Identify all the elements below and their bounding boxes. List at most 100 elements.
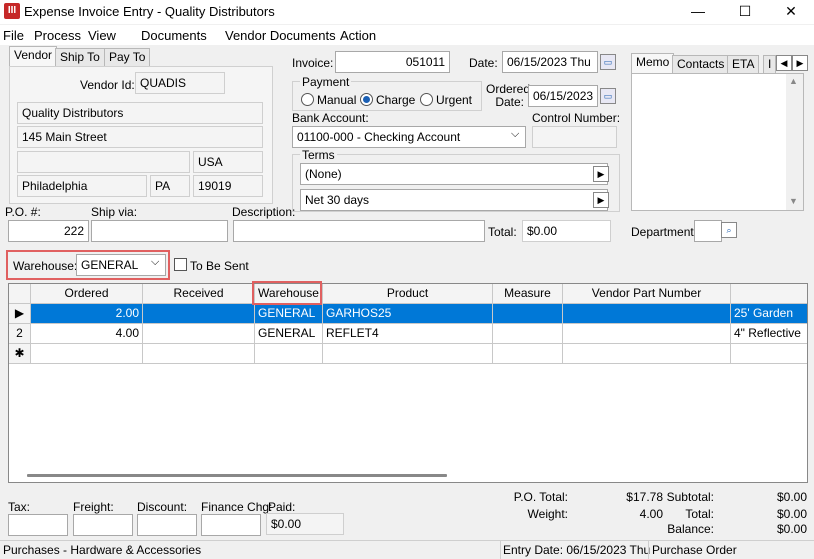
new-cell-ordered[interactable] (31, 344, 143, 364)
cell-measure[interactable] (493, 304, 563, 324)
vendor-city-field[interactable]: Philadelphia (17, 175, 147, 197)
menu-documents[interactable]: Documents (141, 28, 207, 43)
grid-header-received[interactable]: Received (143, 284, 255, 304)
grid-header-measure[interactable]: Measure (493, 284, 563, 304)
paid-field: $0.00 (266, 513, 344, 535)
description-input[interactable] (233, 220, 485, 242)
vendor-zip-field[interactable]: 19019 (193, 175, 263, 197)
vendor-country-field[interactable]: USA (193, 151, 263, 173)
cell-description[interactable]: 4" Reflective (731, 324, 807, 344)
status-divider (500, 540, 501, 559)
terms-line2-input[interactable]: Net 30 days (300, 189, 608, 211)
total-label: Total: (488, 225, 517, 239)
payment-charge-radio[interactable] (360, 93, 373, 106)
memo-scrollbar[interactable] (786, 74, 803, 210)
department-search-icon[interactable]: ⌕ (721, 222, 737, 238)
terms-line1-arrow-icon[interactable]: ▶ (593, 166, 609, 182)
app-icon: III (4, 3, 20, 19)
payment-label: Payment (300, 75, 352, 89)
grid-header-description[interactable] (731, 284, 807, 304)
invoice-number-input[interactable]: 051011 (335, 51, 450, 73)
cell-product[interactable]: GARHOS25 (323, 304, 493, 324)
grid-header-vendor-part-number[interactable]: Vendor Part Number (563, 284, 731, 304)
tab-ship-to[interactable]: Ship To (55, 48, 105, 66)
new-cell-product[interactable] (323, 344, 493, 364)
vendor-state-field[interactable]: PA (150, 175, 190, 197)
new-row-icon[interactable]: ✱ (9, 344, 31, 364)
department-input[interactable] (694, 220, 722, 242)
tax-label: Tax: (8, 500, 31, 514)
cell-warehouse[interactable]: GENERAL (255, 324, 323, 344)
menu-action[interactable]: Action (340, 28, 376, 43)
tax-input[interactable] (8, 514, 68, 536)
po-number-input[interactable]: 222 (8, 220, 89, 242)
menu-vendor-documents[interactable]: Vendor Documents (225, 28, 336, 43)
new-cell-warehouse[interactable] (255, 344, 323, 364)
close-button[interactable]: ✕ (768, 0, 814, 22)
invoice-date-input[interactable]: 06/15/2023 Thu (502, 51, 598, 73)
new-cell-received[interactable] (143, 344, 255, 364)
menu-view[interactable]: View (88, 28, 116, 43)
tab-memo[interactable]: Memo (631, 53, 675, 73)
cell-ordered[interactable]: 4.00 (31, 324, 143, 344)
scroll-up-icon[interactable]: ▲ (789, 76, 798, 86)
tab-eta[interactable]: ETA (727, 55, 760, 73)
cell-ordered[interactable]: 2.00 (31, 304, 143, 324)
tab-scroll-left-icon[interactable]: ◀ (776, 55, 792, 71)
cell-measure[interactable] (493, 324, 563, 344)
grid-horizontal-scrollbar[interactable] (27, 474, 447, 477)
cell-vendor-part-number[interactable] (563, 304, 731, 324)
calendar-icon[interactable]: ▭ (600, 54, 616, 70)
maximize-button[interactable]: ☐ (722, 0, 768, 22)
ordered-date-input[interactable]: 06/15/2023 (528, 85, 598, 107)
scroll-down-icon[interactable]: ▼ (789, 196, 798, 206)
cell-warehouse[interactable]: GENERAL (255, 304, 323, 324)
tab-contacts[interactable]: Contacts (672, 55, 730, 73)
freight-input[interactable] (73, 514, 133, 536)
status-divider-2 (648, 540, 649, 559)
tab-vendor[interactable]: Vendor (9, 46, 58, 66)
vendor-name-field[interactable]: Quality Distributors (17, 102, 263, 124)
grid-header-ordered[interactable]: Ordered (31, 284, 143, 304)
menu-process[interactable]: Process (34, 28, 81, 43)
tab-scroll-right-icon[interactable]: ▶ (792, 55, 808, 71)
terms-line1-input[interactable]: (None) (300, 163, 608, 185)
vendor-id-field[interactable]: QUADIS (135, 72, 225, 94)
vendor-address2-field[interactable] (17, 151, 190, 173)
minimize-button[interactable]: — (675, 0, 721, 22)
grid-header-product[interactable]: Product (323, 284, 493, 304)
bank-account-select[interactable]: 01100-000 - Checking Account (292, 126, 526, 148)
ordered-calendar-icon[interactable]: ▭ (600, 88, 616, 104)
vendor-address1-field[interactable]: 145 Main Street (17, 126, 263, 148)
cell-received[interactable] (143, 304, 255, 324)
footer-total-label: Total: (685, 507, 714, 521)
control-number-field[interactable] (532, 126, 617, 148)
cell-product[interactable]: REFLET4 (323, 324, 493, 344)
row-marker-icon[interactable]: ▶ (9, 304, 31, 324)
invoice-date-label: Date: (469, 56, 498, 70)
discount-input[interactable] (137, 514, 197, 536)
payment-manual-radio[interactable] (301, 93, 314, 106)
memo-textarea[interactable] (631, 73, 804, 211)
new-cell-vendor-part-number[interactable] (563, 344, 731, 364)
warehouse-column-highlight (252, 281, 322, 305)
ship-via-input[interactable] (91, 220, 228, 242)
line-items-grid[interactable]: Ordered Received Warehouse Product Measu… (8, 283, 808, 483)
finance-charge-input[interactable] (201, 514, 261, 536)
new-cell-measure[interactable] (493, 344, 563, 364)
cell-description[interactable]: 25' Garden (731, 304, 807, 324)
paid-label: Paid: (268, 500, 296, 514)
payment-urgent-radio[interactable] (420, 93, 433, 106)
new-cell-description[interactable] (731, 344, 807, 364)
weight-value: 4.00 (639, 507, 663, 521)
vendor-id-label: Vendor Id: (80, 78, 135, 92)
tab-more[interactable]: I (763, 55, 777, 73)
weight-label: Weight: (527, 507, 568, 521)
cell-vendor-part-number[interactable] (563, 324, 731, 344)
cell-received[interactable] (143, 324, 255, 344)
menu-file[interactable]: File (3, 28, 24, 43)
tab-pay-to[interactable]: Pay To (104, 48, 151, 66)
row-number[interactable]: 2 (9, 324, 31, 344)
to-be-sent-checkbox[interactable] (174, 258, 187, 271)
terms-line2-arrow-icon[interactable]: ▶ (593, 192, 609, 208)
